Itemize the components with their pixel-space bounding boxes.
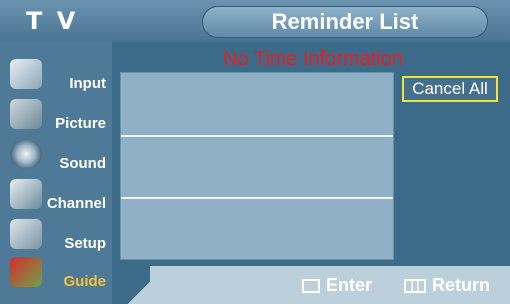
tv-label: T V [26,7,79,35]
sidebar-item-label: Guide [63,273,106,290]
list-item[interactable] [121,73,393,135]
no-time-message: No Time Information [222,48,404,70]
channel-icon [10,179,42,209]
sidebar-item-label: Sound [59,155,106,172]
sound-icon [10,139,42,169]
cancel-all-button[interactable]: Cancel All [402,76,498,102]
sidebar-item-label: Input [69,75,106,92]
sidebar-item-sound[interactable]: Sound [6,134,110,176]
list-item[interactable] [121,199,393,261]
sidebar-item-label: Setup [64,235,106,252]
enter-button[interactable]: Enter [302,272,392,298]
sidebar-item-input[interactable]: Input [6,54,110,96]
sidebar-item-picture[interactable]: Picture [6,94,110,136]
guide-icon [10,257,42,287]
enter-icon [302,279,320,293]
sidebar-item-label: Picture [55,115,106,132]
return-icon [404,279,426,293]
picture-icon [10,99,42,129]
reminder-list [120,72,394,260]
sidebar-item-setup[interactable]: Setup [6,214,110,256]
return-button[interactable]: Return [404,272,506,298]
sidebar-item-guide[interactable]: Guide [6,252,110,294]
screen-title: Reminder List [271,9,419,34]
setup-icon [10,219,42,249]
list-item[interactable] [121,137,393,199]
input-icon [10,59,42,89]
enter-label: Enter [326,275,373,295]
sidebar-item-channel[interactable]: Channel [6,174,110,216]
return-label: Return [432,275,490,295]
sidebar-item-label: Channel [46,195,106,212]
